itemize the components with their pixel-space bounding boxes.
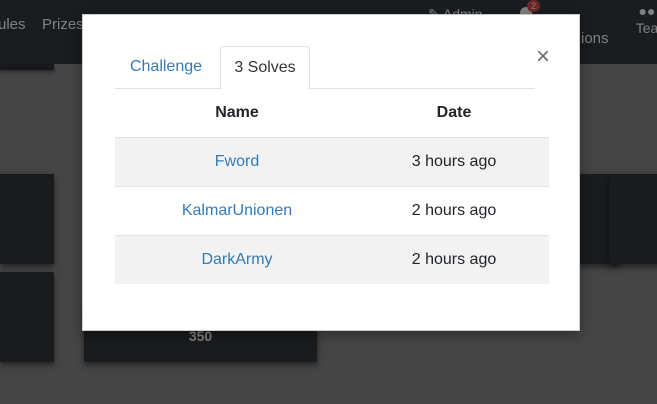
column-header-date: Date: [359, 89, 549, 138]
solve-date: 3 hours ago: [359, 136, 549, 186]
solves-table: Name Date Fword 3 hours ago KalmarUnione…: [115, 89, 549, 284]
table-row: DarkArmy 2 hours ago: [115, 234, 549, 284]
tab-solves[interactable]: 3 Solves: [220, 46, 310, 90]
column-header-name: Name: [115, 89, 359, 138]
challenge-modal: × Challenge 3 Solves Name Date Fword 3 h…: [82, 14, 580, 331]
team-name-link[interactable]: KalmarUnionen: [115, 185, 359, 235]
table-header-row: Name Date: [115, 89, 549, 138]
team-name-link[interactable]: Fword: [115, 136, 359, 186]
table-row: Fword 3 hours ago: [115, 136, 549, 186]
close-icon[interactable]: ×: [533, 45, 553, 69]
page: ules Prizes ✎ Admin 2 ions ●● Tea 350 × …: [0, 0, 657, 404]
modal-tabs: Challenge 3 Solves: [115, 46, 535, 90]
table-row: KalmarUnionen 2 hours ago: [115, 185, 549, 235]
solve-date: 2 hours ago: [359, 185, 549, 235]
solve-date: 2 hours ago: [359, 234, 549, 284]
team-name-link[interactable]: DarkArmy: [115, 234, 359, 284]
tab-challenge[interactable]: Challenge: [121, 46, 211, 89]
